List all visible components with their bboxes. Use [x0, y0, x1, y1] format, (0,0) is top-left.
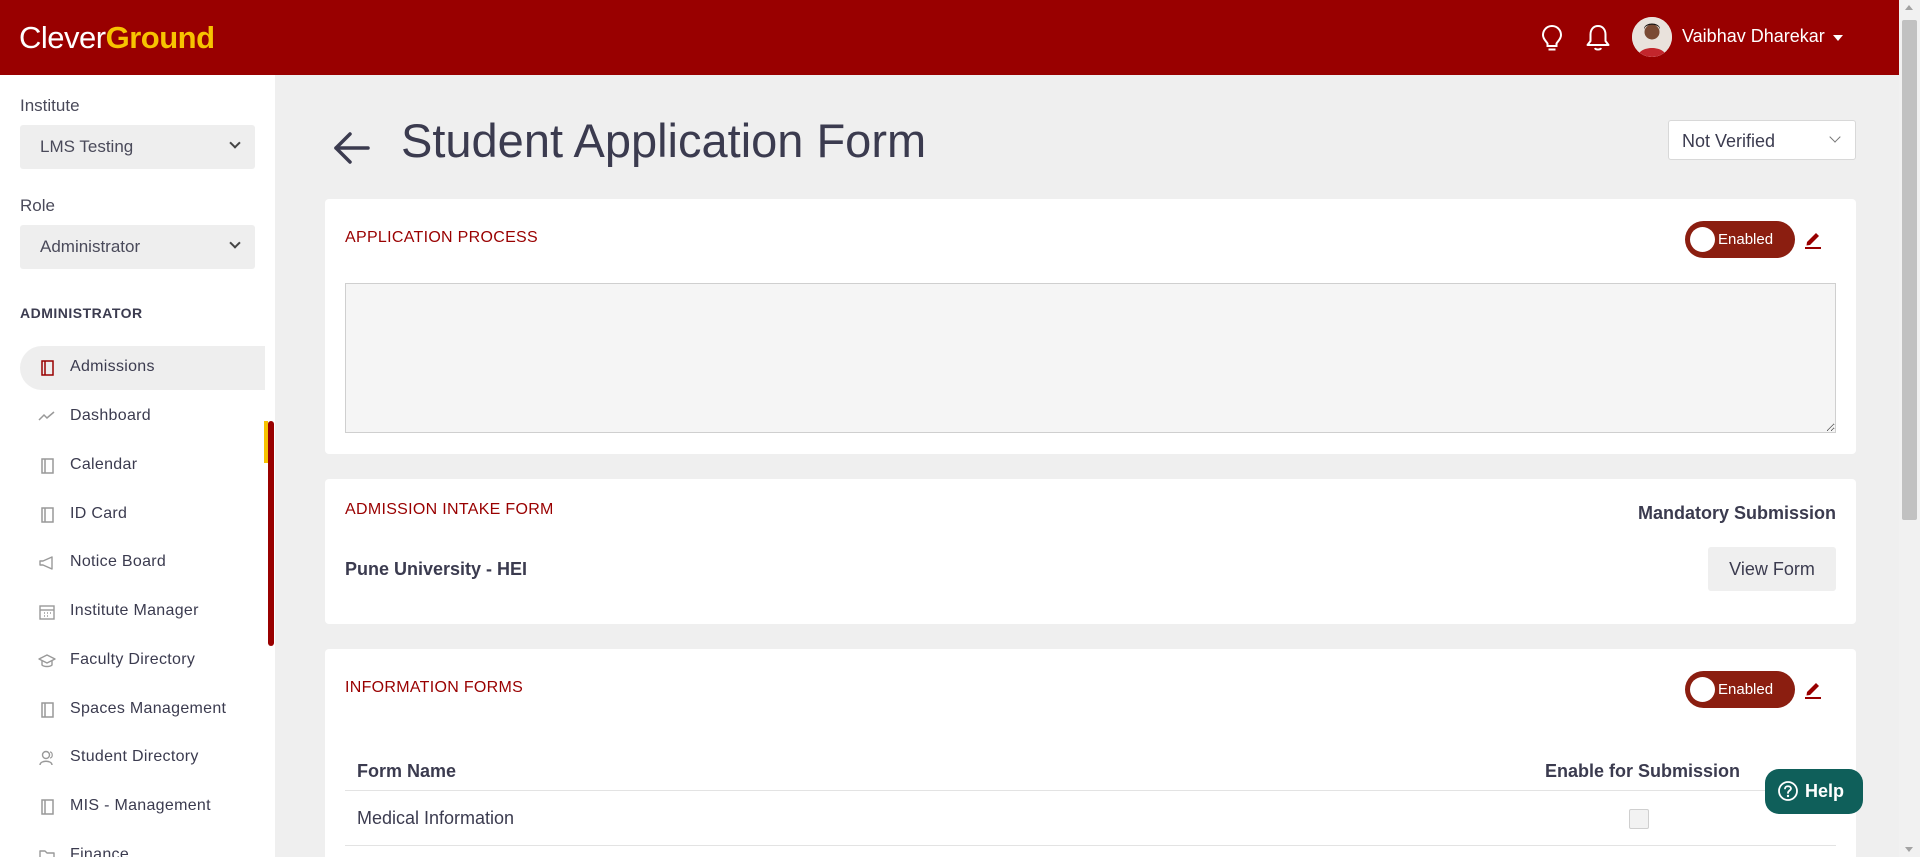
sidebar-item-institute-manager[interactable]: Institute Manager	[20, 590, 265, 634]
scroll-down-icon[interactable]	[1905, 847, 1913, 852]
toggle-label: Enabled	[1718, 681, 1774, 698]
application-process-title: APPLICATION PROCESS	[345, 229, 539, 246]
page-title: Student Application Form	[401, 114, 927, 167]
book-icon	[41, 360, 54, 376]
information-forms-title: INFORMATION FORMS	[345, 679, 524, 696]
sidebar-item-label: Admissions	[70, 358, 155, 375]
folder-icon	[39, 850, 55, 857]
institute-select[interactable]: LMS Testing	[20, 125, 255, 169]
toggle-knob	[1690, 677, 1715, 702]
pencil-icon[interactable]	[1803, 229, 1823, 249]
sidebar-item-id-card[interactable]: ID Card	[20, 493, 265, 537]
role-select[interactable]: Administrator	[20, 225, 255, 269]
verification-status-select[interactable]: Not Verified	[1668, 120, 1856, 160]
mandatory-submission-label: Mandatory Submission	[1637, 503, 1836, 523]
top-bar: CleverGround Vaibhav Dharekar	[0, 0, 1899, 75]
sidebar-item-label: Faculty Directory	[70, 651, 196, 668]
table-row: Medical Information	[345, 792, 1836, 846]
sidebar-item-label: Dashboard	[70, 407, 151, 424]
sidebar-item-label: Finance	[70, 846, 130, 857]
lightbulb-icon[interactable]	[1536, 22, 1568, 54]
user-name[interactable]: Vaibhav Dharekar	[1682, 26, 1825, 47]
calendar-icon	[39, 605, 55, 620]
book-icon	[41, 799, 54, 815]
cleverground-logo[interactable]: CleverGround	[19, 20, 215, 56]
question-circle-icon	[1778, 781, 1798, 801]
graduation-icon	[38, 654, 56, 668]
column-header-enable: Enable for Submission	[1545, 761, 1741, 781]
chevron-down-icon	[229, 237, 241, 249]
book-icon	[41, 507, 54, 523]
sidebar-item-label: MIS - Management	[70, 797, 211, 814]
verification-status-value: Not Verified	[1682, 131, 1776, 151]
sidebar-item-admissions[interactable]: Admissions	[20, 346, 265, 390]
view-form-button[interactable]: View Form	[1708, 547, 1836, 591]
megaphone-icon	[39, 556, 53, 570]
chevron-down-icon	[1829, 131, 1841, 143]
book-icon	[41, 458, 54, 474]
sidebar-item-label: Spaces Management	[70, 700, 227, 717]
admission-intake-card: ADMISSION INTAKE FORM Mandatory Submissi…	[325, 479, 1856, 624]
avatar[interactable]	[1632, 17, 1672, 57]
information-forms-card: INFORMATION FORMS Enabled Form Name Enab…	[325, 649, 1856, 857]
sidebar-item-notice-board[interactable]: Notice Board	[20, 541, 265, 585]
help-button[interactable]: Help	[1765, 769, 1863, 814]
sidebar-item-student-directory[interactable]: Student Directory	[20, 736, 265, 780]
form-name-cell: Medical Information	[357, 808, 515, 828]
sidebar-item-label: ID Card	[70, 505, 128, 522]
institute-select-value: LMS Testing	[40, 137, 134, 156]
application-process-card: APPLICATION PROCESS Enabled	[325, 199, 1856, 454]
users-icon	[39, 750, 53, 766]
application-process-textarea[interactable]	[345, 283, 1836, 433]
sidebar: Institute LMS Testing Role Administrator…	[0, 75, 275, 857]
back-arrow-icon[interactable]	[330, 126, 374, 170]
avatar-image	[1632, 17, 1672, 57]
institute-label: Institute	[20, 96, 80, 115]
page-scrollbar-thumb[interactable]	[1902, 20, 1917, 520]
sidebar-item-dashboard[interactable]: Dashboard	[20, 395, 265, 439]
trend-icon	[38, 411, 55, 421]
admission-intake-title: ADMISSION INTAKE FORM	[345, 501, 554, 518]
page-scrollbar[interactable]	[1899, 0, 1920, 857]
sidebar-item-label: Student Directory	[70, 748, 199, 765]
scroll-up-icon[interactable]	[1905, 5, 1913, 10]
sidebar-item-calendar[interactable]: Calendar	[20, 444, 265, 488]
book-icon	[41, 702, 54, 718]
role-label: Role	[20, 196, 55, 215]
pencil-icon[interactable]	[1803, 679, 1823, 699]
information-forms-toggle[interactable]: Enabled	[1685, 671, 1795, 708]
sidebar-item-mis-management[interactable]: MIS - Management	[20, 785, 265, 829]
toggle-label: Enabled	[1718, 231, 1774, 248]
intake-form-name: Pune University - HEI	[345, 559, 528, 579]
column-header-form-name: Form Name	[357, 761, 457, 781]
bell-icon[interactable]	[1582, 22, 1614, 54]
active-item-indicator	[264, 421, 268, 463]
application-process-toggle[interactable]: Enabled	[1685, 221, 1795, 258]
chevron-down-icon	[229, 137, 241, 149]
sidebar-item-finance[interactable]: Finance	[20, 834, 265, 857]
sidebar-item-faculty-directory[interactable]: Faculty Directory	[20, 639, 265, 683]
enable-submission-checkbox[interactable]	[1629, 809, 1649, 829]
user-menu-caret-icon[interactable]	[1833, 35, 1843, 41]
help-label: Help	[1805, 781, 1845, 801]
sidebar-item-label: Institute Manager	[70, 602, 199, 619]
sidebar-item-label: Calendar	[70, 456, 138, 473]
sidebar-item-label: Notice Board	[70, 553, 167, 570]
sidebar-section-heading: ADMINISTRATOR	[20, 305, 143, 321]
toggle-knob	[1690, 227, 1715, 252]
sidebar-scrollbar-thumb[interactable]	[268, 421, 274, 646]
table-header: Form Name Enable for Submission	[345, 749, 1836, 791]
role-select-value: Administrator	[40, 237, 141, 256]
sidebar-item-spaces-management[interactable]: Spaces Management	[20, 688, 265, 732]
